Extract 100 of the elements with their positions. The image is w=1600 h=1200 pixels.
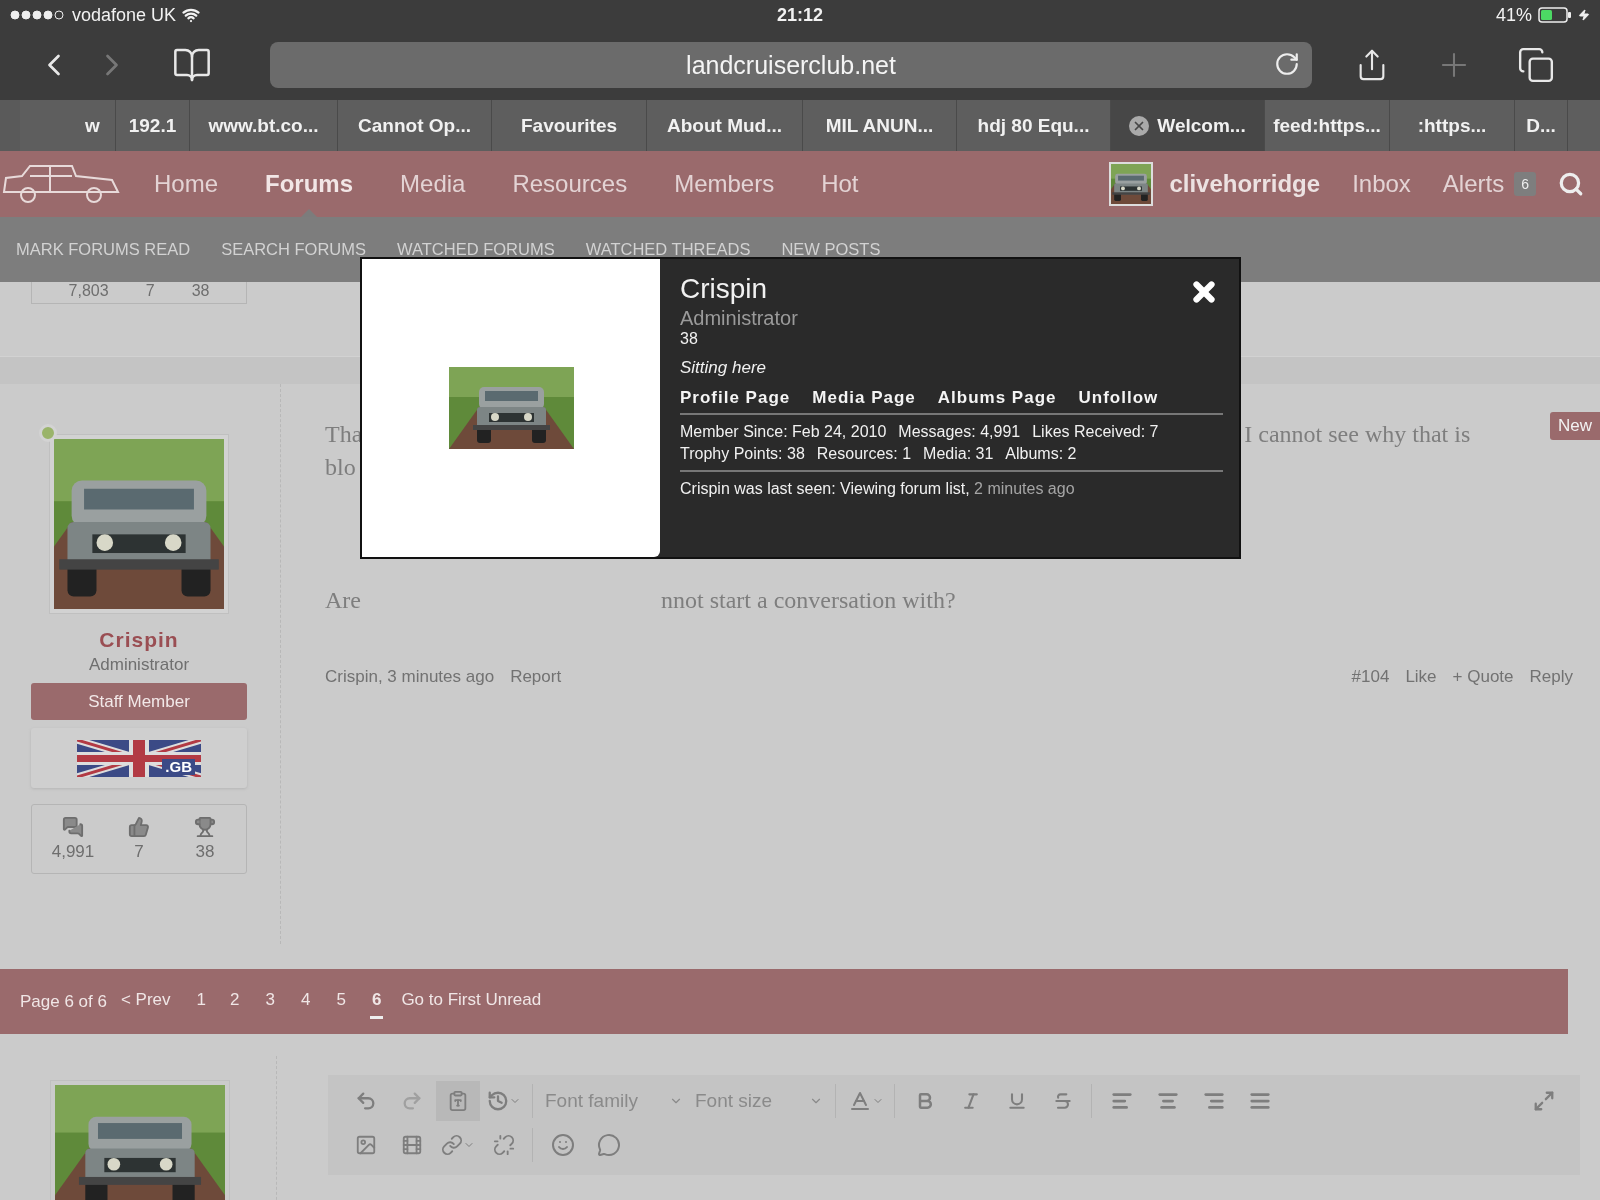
post-text: I cannot see why that is — [1244, 420, 1471, 449]
smiley-icon — [551, 1133, 575, 1157]
redo-icon — [401, 1090, 423, 1112]
stat-value: 38 — [195, 842, 215, 862]
italic-icon — [961, 1091, 981, 1111]
alerts-link[interactable]: Alerts — [1442, 170, 1505, 198]
undo-icon — [355, 1090, 377, 1112]
strikethrough-icon — [1053, 1091, 1073, 1111]
post-text: nnot start a conversation with? — [661, 586, 956, 615]
subnav-link[interactable]: WATCHED FORUMS — [397, 240, 555, 259]
underline-icon — [1007, 1091, 1027, 1111]
page-summary: Page 6 of 6 — [20, 991, 107, 1012]
inbox-link[interactable]: Inbox — [1352, 170, 1411, 198]
report-link[interactable]: Report — [510, 667, 562, 687]
truck-icon — [0, 162, 122, 206]
post-action-link[interactable]: + Quote — [1452, 667, 1514, 687]
font-family-select[interactable]: Font family — [539, 1081, 689, 1121]
member-stat: Likes Received: 7 — [1032, 422, 1159, 442]
image-icon — [355, 1134, 377, 1156]
profile-link[interactable]: Media Page — [812, 388, 916, 408]
profile-link[interactable]: Profile Page — [680, 388, 791, 408]
close-icon[interactable] — [1129, 115, 1150, 136]
charging-icon — [1578, 9, 1590, 21]
new-badge: New — [1550, 412, 1600, 440]
page-link[interactable]: 6 — [369, 990, 384, 1019]
nav-link[interactable]: Members — [674, 151, 775, 217]
member-status: Sitting here — [680, 358, 766, 378]
subnav-link[interactable]: NEW POSTS — [781, 240, 881, 259]
text-color-icon — [848, 1089, 872, 1113]
address-bar[interactable]: landcruiserclub.net — [270, 42, 1312, 88]
member-stat: Trophy Points: 38 — [680, 444, 805, 464]
clock-time: 21:12 — [777, 4, 824, 26]
battery-percent: 41% — [1496, 4, 1532, 26]
username-link[interactable]: clivehorridge — [1169, 170, 1321, 198]
justify-icon — [1249, 1090, 1271, 1112]
paste-text-button[interactable] — [436, 1081, 480, 1121]
post-action-link[interactable]: Reply — [1529, 667, 1573, 687]
post-action-link[interactable]: Like — [1405, 667, 1437, 687]
search-icon — [1558, 171, 1584, 197]
trophy-icon — [194, 816, 216, 838]
member-stat: Resources: 1 — [816, 444, 912, 464]
member-stat: Member Since: Feb 24, 2010 — [680, 422, 887, 442]
last-seen-text: Crispin was last seen: Viewing forum list, 2 minutes ago — [680, 480, 1075, 498]
prev-page-link[interactable]: < Prev — [118, 990, 173, 1019]
post-text: blo — [325, 453, 356, 482]
alerts-count: 6 — [1514, 172, 1536, 196]
staff-member-banner: Staff Member — [31, 683, 247, 720]
stat-value: 7 — [134, 842, 144, 862]
nav-link[interactable]: Media — [400, 151, 466, 217]
subnav-link[interactable]: MARK FORUMS READ — [16, 240, 191, 259]
browser-tab[interactable]: Welcom... — [1111, 100, 1265, 151]
search-button[interactable] — [1558, 171, 1584, 197]
align-center-icon — [1157, 1090, 1179, 1112]
nav-link[interactable]: Resources — [512, 151, 628, 217]
battery-icon — [1538, 7, 1572, 23]
post-number-link[interactable]: #104 — [1351, 667, 1390, 687]
history-icon — [487, 1090, 509, 1112]
member-stat: Media: 31 — [923, 444, 994, 464]
page-link[interactable]: 5 — [334, 990, 348, 1019]
stat-value: 4,991 — [51, 842, 95, 862]
tabs-icon — [1517, 46, 1555, 84]
expand-icon — [1533, 1090, 1555, 1112]
page-link[interactable]: 2 — [228, 990, 242, 1019]
film-icon — [401, 1134, 423, 1156]
member-stat: Messages: 4,991 — [898, 422, 1021, 442]
subnav-link[interactable]: WATCHED THREADS — [585, 240, 751, 259]
profile-link[interactable]: Unfollow — [1078, 388, 1159, 408]
author-name[interactable]: Crispin — [99, 628, 179, 652]
profile-link[interactable]: Albums Page — [937, 388, 1057, 408]
page-link[interactable]: 3 — [263, 990, 277, 1019]
unlink-icon — [493, 1134, 515, 1156]
link-icon — [441, 1134, 463, 1156]
page-link[interactable]: 1 — [194, 990, 209, 1019]
nav-link[interactable]: Hot — [821, 151, 859, 217]
wifi-icon — [182, 6, 201, 24]
nav-link[interactable]: Home — [154, 151, 219, 217]
thumbs-up-icon — [128, 816, 150, 838]
member-title: Administrator — [680, 307, 798, 330]
page-link[interactable]: 4 — [299, 990, 313, 1019]
member-count: 38 — [680, 330, 698, 348]
signal-icon — [10, 10, 66, 20]
url-text: landcruiserclub.net — [686, 50, 896, 80]
speech-bubbles-icon — [62, 816, 84, 838]
member-stat: Albums: 2 — [1005, 444, 1077, 464]
post-byline[interactable]: Crispin, 3 minutes ago — [325, 667, 495, 687]
reload-icon — [1274, 51, 1300, 77]
first-unread-link[interactable]: Go to First Unread — [399, 990, 544, 1019]
reload-button[interactable] — [1274, 51, 1300, 77]
carrier-name: vodafone UK — [72, 4, 177, 26]
stat-value: 7,803 — [68, 282, 109, 299]
nav-link[interactable]: Forums — [265, 151, 354, 217]
user-avatar[interactable] — [1109, 162, 1154, 206]
align-left-icon — [1111, 1090, 1133, 1112]
speech-bubble-icon — [597, 1133, 621, 1157]
post-text: Are — [325, 586, 361, 615]
align-right-icon — [1203, 1090, 1225, 1112]
online-dot-icon — [39, 424, 57, 442]
font-size-select[interactable]: Font size — [689, 1081, 829, 1121]
subnav-link[interactable]: SEARCH FORUMS — [221, 240, 367, 259]
stat-value: 7 — [145, 282, 155, 299]
